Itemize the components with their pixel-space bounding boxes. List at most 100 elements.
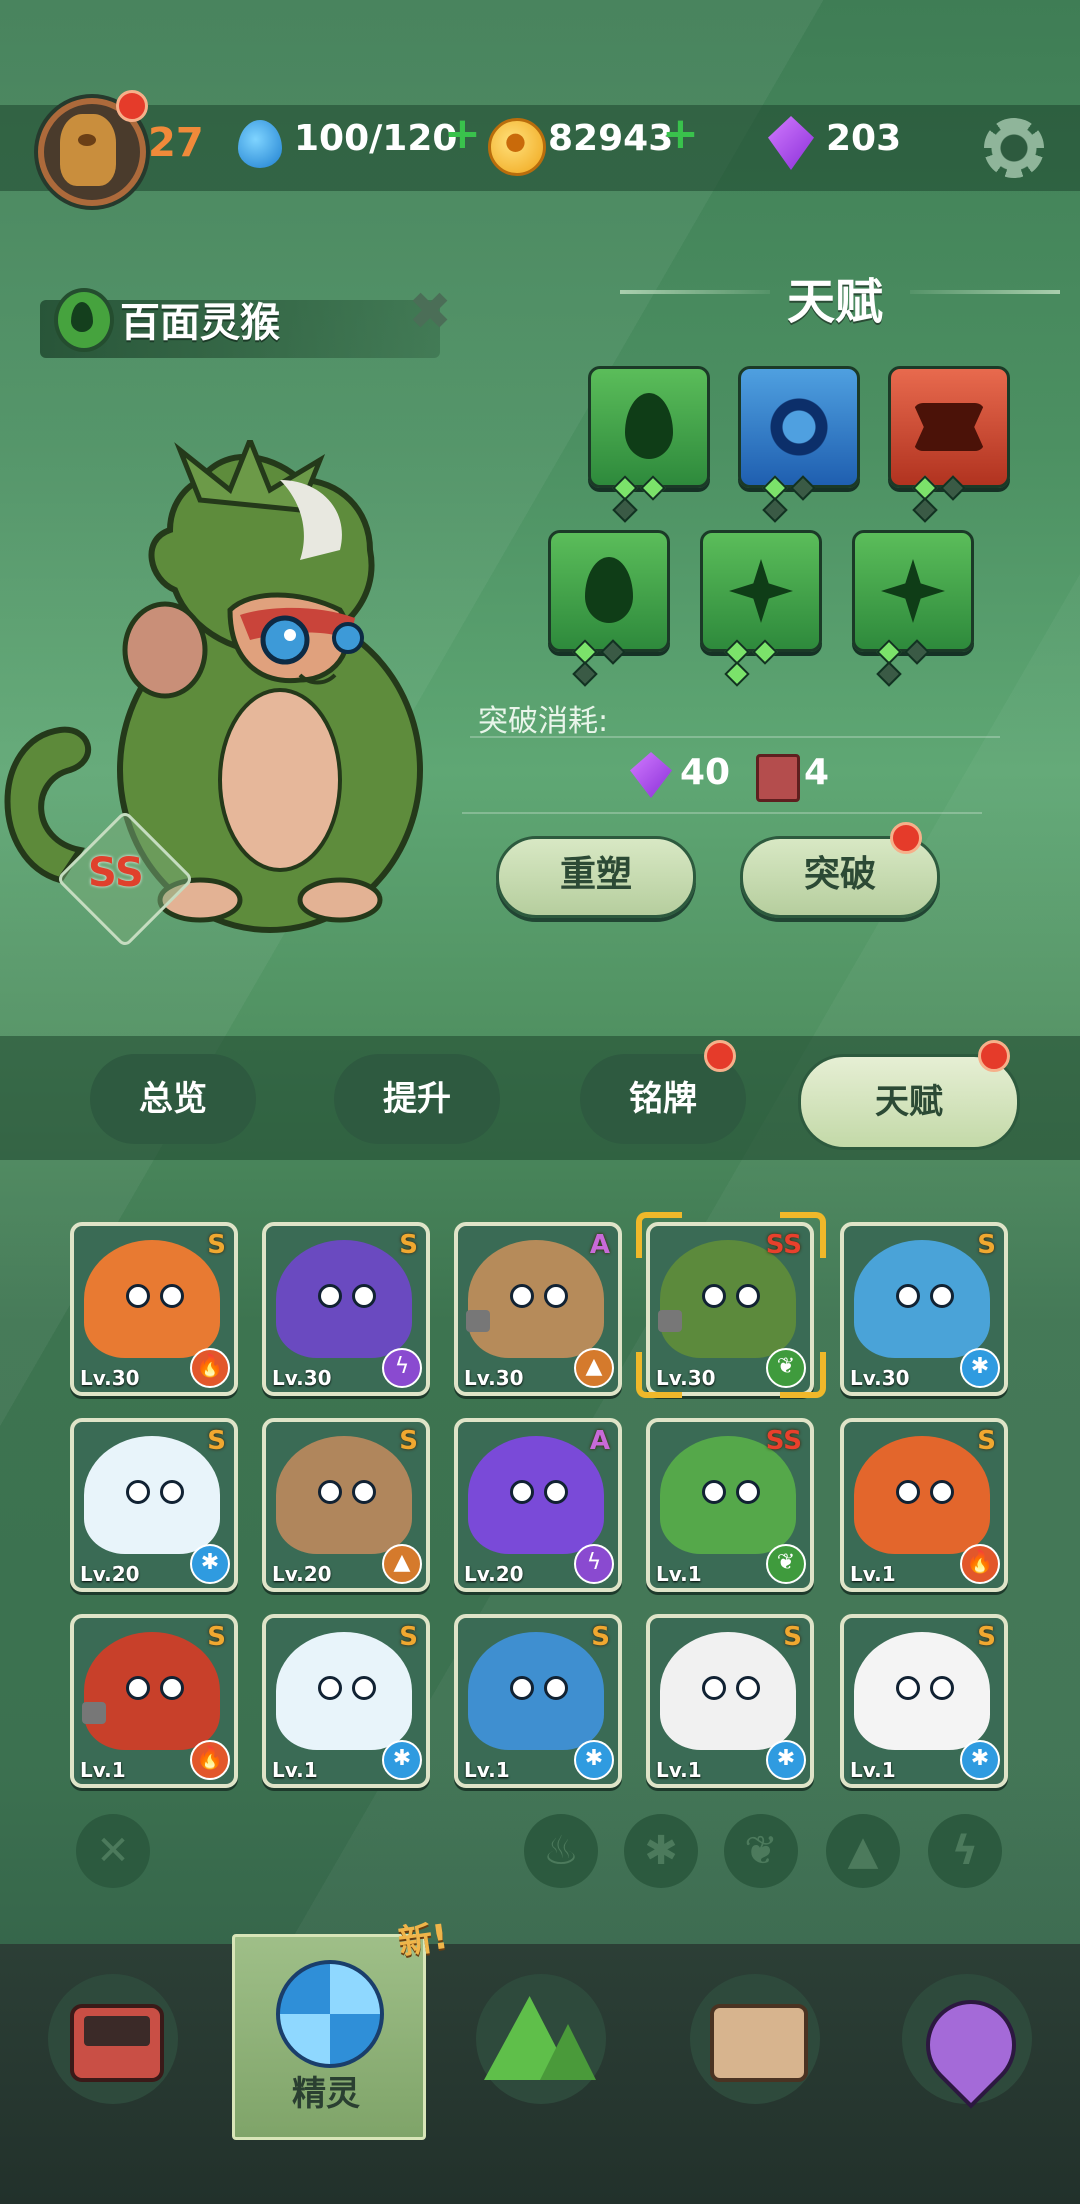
tab-overview[interactable]: 总览: [90, 1054, 256, 1144]
spirit-card[interactable]: A Lv.30 ▲: [454, 1222, 622, 1396]
spirit-card[interactable]: S Lv.30 ϟ: [262, 1222, 430, 1396]
portrait-eye: [544, 1676, 568, 1700]
close-icon[interactable]: ✖: [408, 286, 452, 338]
spirit-portrait: [276, 1436, 412, 1554]
leaf-element-icon: ❦: [766, 1544, 806, 1584]
gem-cost-value: 40: [680, 752, 731, 793]
nav-map-button[interactable]: [902, 1974, 1035, 2109]
breakthrough-cost-label: 突破消耗:: [478, 704, 609, 739]
talent-level-pips: [611, 475, 691, 523]
talent-level-pips: [761, 475, 841, 523]
lock-icon: [82, 1702, 106, 1724]
spirit-card[interactable]: A Lv.20 ϟ: [454, 1418, 622, 1592]
elec-element-icon: ϟ: [382, 1348, 422, 1388]
spirit-swirl-icon: [276, 1960, 384, 2068]
spirit-card[interactable]: S Lv.1 ✱: [262, 1614, 430, 1788]
settings-gear-icon[interactable]: [984, 118, 1044, 178]
talent-title: 天赋: [786, 274, 883, 330]
coin-value: 82943: [548, 118, 674, 159]
spirit-portrait: [854, 1632, 990, 1750]
book-cost-value: 4: [804, 752, 830, 793]
talent-slot-4[interactable]: [548, 530, 670, 687]
card-rank: S: [591, 1622, 610, 1652]
coin-icon: [488, 118, 546, 176]
talent-slot-5[interactable]: [700, 530, 822, 687]
card-rank: A: [589, 1426, 610, 1456]
card-level: Lv.1: [850, 1758, 896, 1782]
spirit-portrait: [468, 1632, 604, 1750]
portrait-eye: [126, 1284, 150, 1308]
portrait-eye: [352, 1480, 376, 1504]
tab-upgrade[interactable]: 提升: [334, 1054, 500, 1144]
talent-slot-2[interactable]: [738, 366, 860, 523]
card-rank: A: [589, 1230, 610, 1260]
portrait-eye: [736, 1480, 760, 1504]
spirit-card[interactable]: S Lv.20 ✱: [70, 1418, 238, 1592]
portrait-eye: [510, 1480, 534, 1504]
book-cost-icon: [756, 754, 800, 802]
spirit-card[interactable]: SS Lv.1 ❦: [646, 1418, 814, 1592]
talent-slot-6[interactable]: [852, 530, 974, 687]
spirit-name: 百面灵猴: [120, 300, 280, 346]
ice-element-icon: ✱: [960, 1348, 1000, 1388]
spirit-portrait: [660, 1632, 796, 1750]
divider: [470, 736, 1000, 738]
portrait-eye: [702, 1284, 726, 1308]
avatar-notification-dot: [116, 90, 148, 122]
player-level: 27: [148, 120, 204, 166]
earth-element-icon: ▲: [382, 1544, 422, 1584]
fire-filter-icon[interactable]: ♨: [524, 1814, 598, 1888]
spirit-portrait: [276, 1240, 412, 1358]
nav-mountain-button[interactable]: [476, 1974, 606, 2104]
electric-filter-icon[interactable]: ϟ: [928, 1814, 1002, 1888]
spirit-portrait: [468, 1436, 604, 1554]
card-level: Lv.20: [80, 1562, 140, 1586]
card-rank: S: [207, 1622, 226, 1652]
talent-slot-1[interactable]: [588, 366, 710, 523]
spirit-card[interactable]: S Lv.1 ✱: [646, 1614, 814, 1788]
card-level: Lv.1: [464, 1758, 510, 1782]
talent-level-pips: [723, 639, 803, 687]
card-rank: SS: [765, 1426, 802, 1456]
nav-bag-button[interactable]: [690, 1974, 820, 2104]
spirit-card[interactable]: S Lv.30 🔥: [70, 1222, 238, 1396]
leaf-filter-icon[interactable]: ❦: [724, 1814, 798, 1888]
spirit-portrait: [84, 1436, 220, 1554]
device-icon: [70, 2004, 164, 2082]
ice-element-icon: ✱: [960, 1740, 1000, 1780]
earth-element-icon: ▲: [574, 1348, 614, 1388]
spirit-card[interactable]: S Lv.30 ✱: [840, 1222, 1008, 1396]
card-level: Lv.30: [464, 1366, 524, 1390]
gem-value: 203: [826, 118, 902, 159]
add-water-button[interactable]: +: [444, 112, 481, 156]
portrait-eye: [702, 1676, 726, 1700]
card-rank: S: [399, 1426, 418, 1456]
portrait-eye: [160, 1480, 184, 1504]
ice-filter-icon[interactable]: ✱: [624, 1814, 698, 1888]
spirit-card[interactable]: S Lv.20 ▲: [262, 1418, 430, 1592]
card-rank: S: [977, 1230, 996, 1260]
selection-bracket: [636, 1212, 682, 1258]
spirit-portrait: [84, 1632, 220, 1750]
card-level: Lv.1: [80, 1758, 126, 1782]
card-rank: S: [399, 1622, 418, 1652]
spirit-card[interactable]: S Lv.1 🔥: [840, 1418, 1008, 1592]
sprout-star-icon: [729, 559, 793, 623]
portrait-eye: [896, 1284, 920, 1308]
spirit-card[interactable]: S Lv.1 🔥: [70, 1614, 238, 1788]
card-level: Lv.1: [850, 1562, 896, 1586]
add-coin-button[interactable]: +: [662, 112, 699, 156]
clear-filter-button[interactable]: ✕: [76, 1814, 150, 1888]
spirit-card[interactable]: S Lv.1 ✱: [840, 1614, 1008, 1788]
seed-icon: [625, 393, 673, 459]
spirit-card[interactable]: S Lv.1 ✱: [454, 1614, 622, 1788]
earth-filter-icon[interactable]: ▲: [826, 1814, 900, 1888]
lock-icon: [466, 1310, 490, 1332]
nameplate-notification-dot: [704, 1040, 736, 1072]
nav-device-button[interactable]: [48, 1974, 178, 2104]
talent-slot-3[interactable]: [888, 366, 1010, 523]
portrait-eye: [736, 1284, 760, 1308]
reshape-button[interactable]: 重塑: [496, 836, 696, 918]
card-level: Lv.30: [80, 1366, 140, 1390]
talent-notification-dot: [978, 1040, 1010, 1072]
